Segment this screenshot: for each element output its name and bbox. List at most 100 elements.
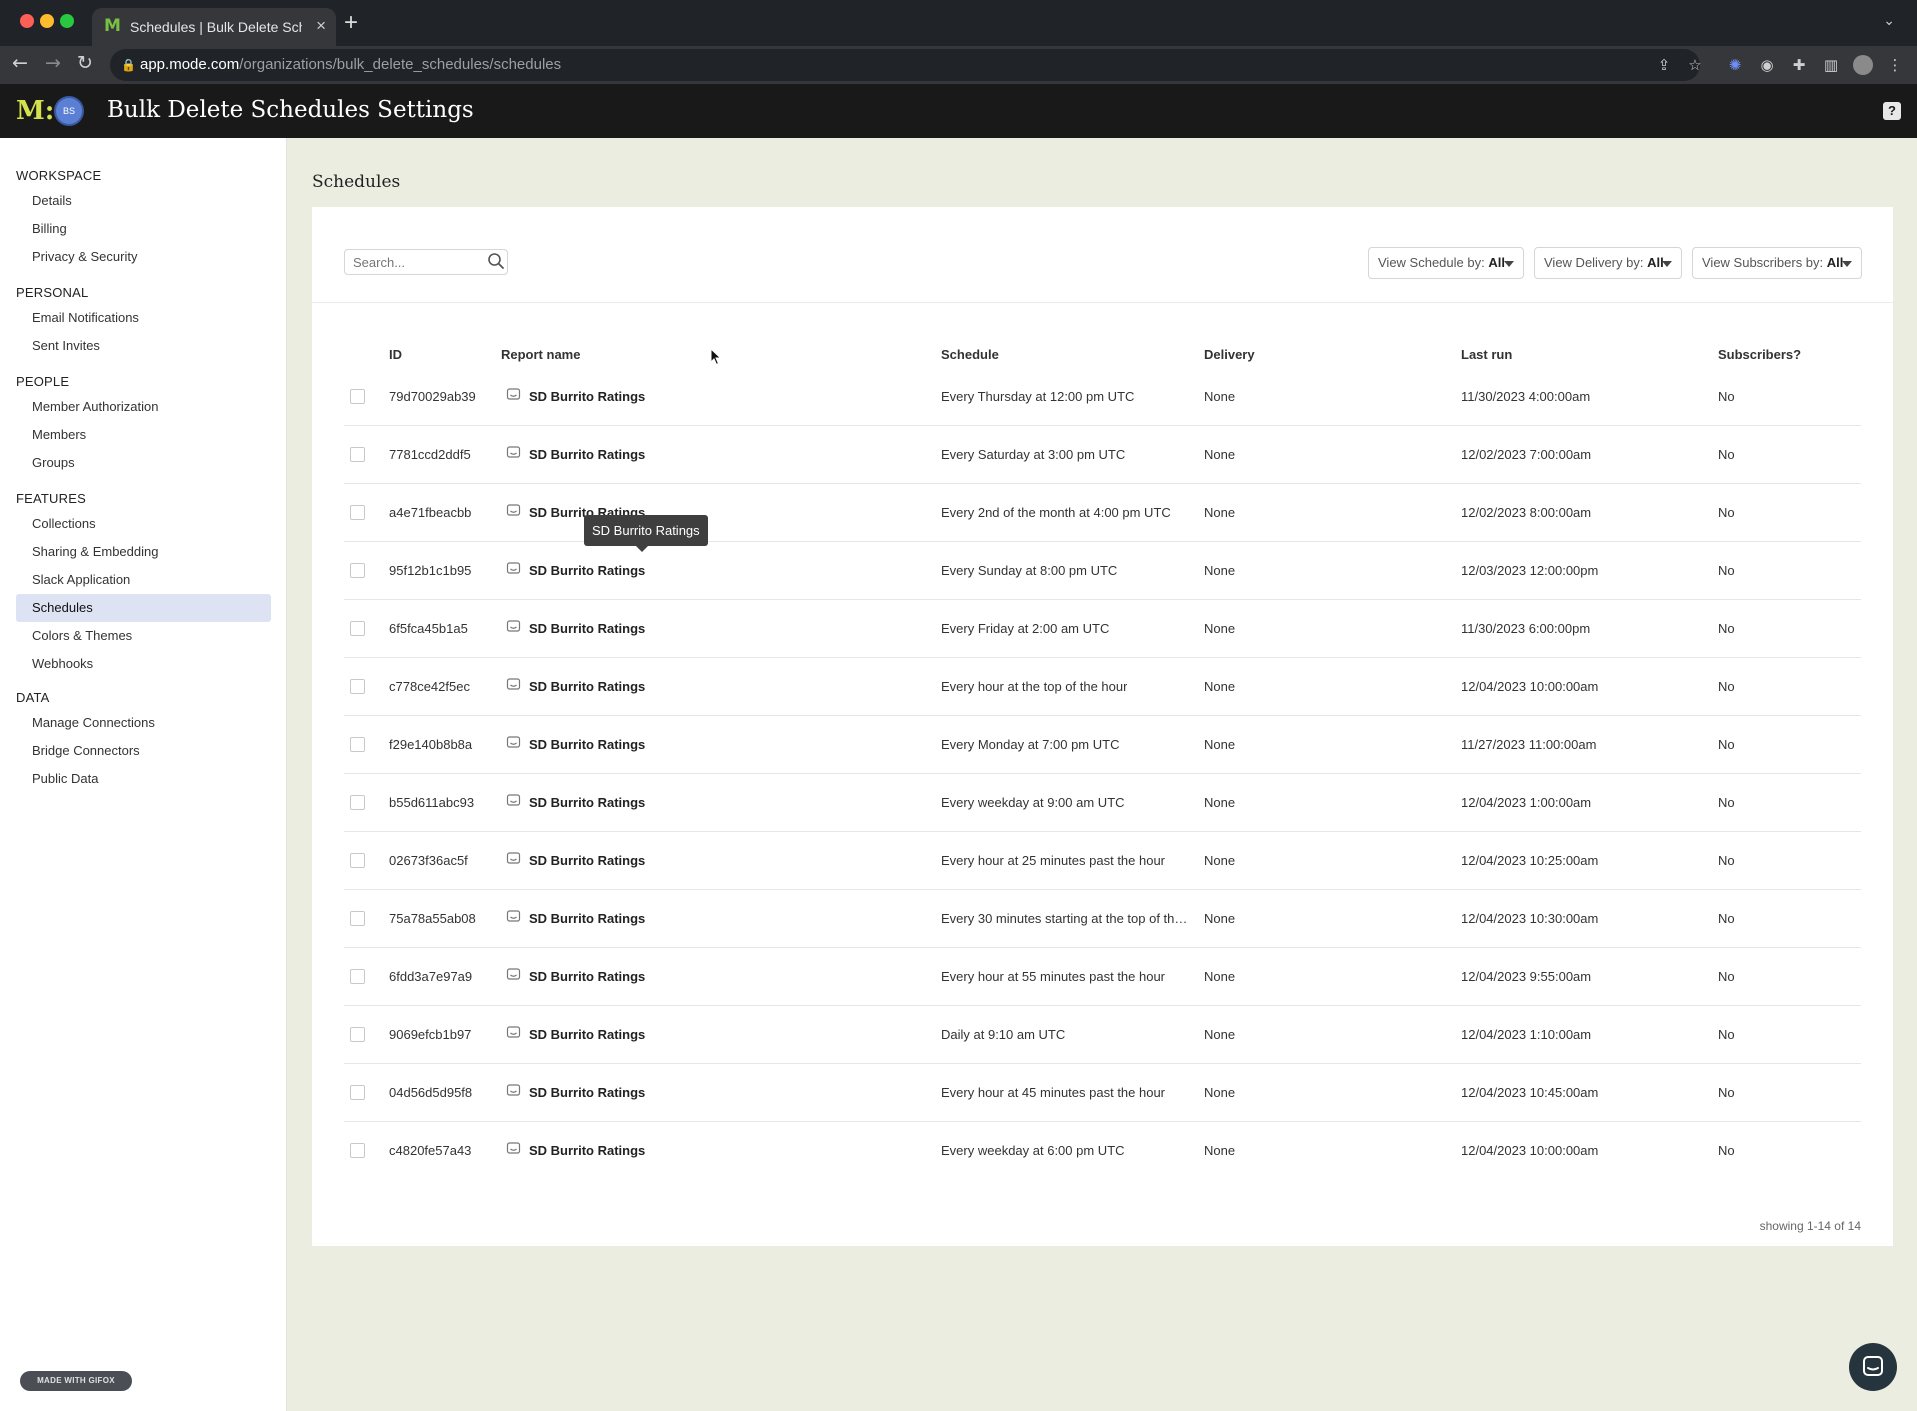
cell-report-name[interactable]: SD Burrito Ratings	[529, 679, 645, 694]
view-subscribers-filter[interactable]: View Subscribers by: All	[1692, 247, 1862, 279]
extension-circle-icon[interactable]: ◉	[1757, 55, 1777, 75]
new-tab-icon[interactable]: +	[344, 9, 358, 37]
table-row[interactable]: 02673f36ac5f SD Burrito Ratings Every hour…	[344, 832, 1861, 890]
cell-report-name[interactable]: SD Burrito Ratings	[529, 737, 645, 752]
cell-id: 75a78a55ab08	[389, 911, 476, 926]
profile-avatar-icon[interactable]	[1853, 55, 1873, 75]
sidebar-item-details[interactable]: Details	[16, 187, 271, 215]
row-select-checkbox[interactable]	[350, 911, 365, 926]
browser-tab[interactable]: M Schedules | Bulk Delete Schedules ×	[92, 8, 336, 46]
view-schedule-filter[interactable]: View Schedule by: All	[1368, 247, 1524, 279]
cell-id: a4e71fbeacbb	[389, 505, 472, 520]
row-select-checkbox[interactable]	[350, 737, 365, 752]
column-header-delivery[interactable]: Delivery	[1204, 347, 1255, 362]
sidebar-item-collections[interactable]: Collections	[16, 510, 271, 538]
row-select-checkbox[interactable]	[350, 795, 365, 810]
sidebar-item-privacy-security[interactable]: Privacy & Security	[16, 243, 271, 271]
report-icon	[506, 388, 521, 400]
table-row[interactable]: c778ce42f5ec SD Burrito Ratings Every hour…	[344, 658, 1861, 716]
cell-report-name[interactable]: SD Burrito Ratings	[529, 1143, 645, 1158]
column-header-last-run[interactable]: Last run	[1461, 347, 1512, 362]
browser-menu-icon[interactable]: ⋮	[1885, 55, 1905, 75]
row-select-checkbox[interactable]	[350, 1085, 365, 1100]
table-row[interactable]: 04d56d5d95f8 SD Burrito Ratings Every hour…	[344, 1064, 1861, 1122]
table-row[interactable]: a4e71fbeacbb SD Burrito Ratings Every 2nd …	[344, 484, 1861, 542]
cell-report-name[interactable]: SD Burrito Ratings	[529, 621, 645, 636]
sidebar-item-member-authorization[interactable]: Member Authorization	[16, 393, 271, 421]
cell-id: 02673f36ac5f	[389, 853, 468, 868]
table-row[interactable]: 7781ccd2ddf5 SD Burrito Ratings Every Satu…	[344, 426, 1861, 484]
sidebar-item-schedules[interactable]: Schedules	[16, 594, 271, 622]
row-select-checkbox[interactable]	[350, 1143, 365, 1158]
view-delivery-filter[interactable]: View Delivery by: All	[1534, 247, 1682, 279]
table-row[interactable]: 95f12b1c1b95 SD Burrito Ratings Every Sund…	[344, 542, 1861, 600]
minimize-window-button[interactable]	[40, 14, 54, 28]
tab-close-icon[interactable]: ×	[316, 16, 326, 36]
side-panel-icon[interactable]: ▥	[1821, 55, 1841, 75]
column-header-report-name[interactable]: Report name	[501, 347, 580, 362]
sidebar-item-webhooks[interactable]: Webhooks	[16, 650, 271, 678]
cell-report-name[interactable]: SD Burrito Ratings	[529, 969, 645, 984]
extensions-puzzle-icon[interactable]: ✚	[1789, 55, 1809, 75]
sidebar-item-manage-connections[interactable]: Manage Connections	[16, 709, 271, 737]
cell-report-name[interactable]: SD Burrito Ratings	[529, 1027, 645, 1042]
reload-icon[interactable]: ↻	[77, 52, 93, 74]
chat-support-button[interactable]	[1849, 1343, 1897, 1391]
row-select-checkbox[interactable]	[350, 389, 365, 404]
report-icon	[506, 446, 521, 458]
table-row[interactable]: 75a78a55ab08 SD Burrito Ratings Every 30 m…	[344, 890, 1861, 948]
sidebar-item-groups[interactable]: Groups	[16, 449, 271, 477]
address-bar[interactable]: 🔒 app.mode.com/organizations/bulk_delete…	[110, 49, 1700, 81]
share-icon[interactable]: ⇪	[1654, 55, 1674, 75]
sidebar-item-colors-themes[interactable]: Colors & Themes	[16, 622, 271, 650]
gifox-watermark: MADE WITH GIFOX	[20, 1371, 132, 1391]
help-icon[interactable]: ?	[1883, 102, 1901, 120]
forward-icon[interactable]: →	[45, 52, 61, 74]
cell-report-name[interactable]: SD Burrito Ratings	[529, 389, 645, 404]
cell-id: f29e140b8b8a	[389, 737, 473, 752]
cell-report-name[interactable]: SD Burrito Ratings	[529, 911, 645, 926]
search-icon[interactable]	[486, 251, 506, 271]
sidebar-item-bridge-connectors[interactable]: Bridge Connectors	[16, 737, 271, 765]
row-select-checkbox[interactable]	[350, 853, 365, 868]
cell-last-run: 12/04/2023 10:00:00am	[1461, 1143, 1599, 1158]
row-select-checkbox[interactable]	[350, 679, 365, 694]
table-row[interactable]: 9069efcb1b97 SD Burrito Ratings Daily at 9…	[344, 1006, 1861, 1064]
row-select-checkbox[interactable]	[350, 563, 365, 578]
column-header-subscribers[interactable]: Subscribers?	[1718, 347, 1801, 362]
row-select-checkbox[interactable]	[350, 447, 365, 462]
table-row[interactable]: 6f5fca45b1a5 SD Burrito Ratings Every Frid…	[344, 600, 1861, 658]
table-row[interactable]: 6fdd3a7e97a9 SD Burrito Ratings Every hour…	[344, 948, 1861, 1006]
bookmark-star-icon[interactable]: ☆	[1685, 55, 1705, 75]
table-row[interactable]: b55d611abc93 SD Burrito Ratings Every week…	[344, 774, 1861, 832]
sidebar-item-sent-invites[interactable]: Sent Invites	[16, 332, 271, 360]
search-input[interactable]	[344, 249, 508, 275]
sidebar-item-members[interactable]: Members	[16, 421, 271, 449]
cell-report-name[interactable]: SD Burrito Ratings	[529, 447, 645, 462]
table-row[interactable]: f29e140b8b8a SD Burrito Ratings Every Mond…	[344, 716, 1861, 774]
sidebar-item-slack-application[interactable]: Slack Application	[16, 566, 271, 594]
row-select-checkbox[interactable]	[350, 505, 365, 520]
avatar[interactable]: BS	[56, 98, 82, 124]
sidebar-item-billing[interactable]: Billing	[16, 215, 271, 243]
tab-search-icon[interactable]: ⌄	[1883, 12, 1895, 29]
back-icon[interactable]: ←	[12, 52, 28, 74]
column-header-id[interactable]: ID	[389, 347, 402, 362]
row-select-checkbox[interactable]	[350, 621, 365, 636]
maximize-window-button[interactable]	[60, 14, 74, 28]
extension-icon[interactable]: ✺	[1725, 55, 1745, 75]
cell-report-name[interactable]: SD Burrito Ratings	[529, 563, 645, 578]
cell-report-name[interactable]: SD Burrito Ratings	[529, 795, 645, 810]
column-header-schedule[interactable]: Schedule	[941, 347, 999, 362]
table-row[interactable]: 79d70029ab39 SD Burrito Ratings Every Thur…	[344, 368, 1861, 426]
mode-logo[interactable]: M:	[16, 96, 54, 126]
row-select-checkbox[interactable]	[350, 969, 365, 984]
table-row[interactable]: c4820fe57a43 SD Burrito Ratings Every week…	[344, 1122, 1861, 1180]
sidebar-item-email-notifications[interactable]: Email Notifications	[16, 304, 271, 332]
sidebar-item-sharing-embedding[interactable]: Sharing & Embedding	[16, 538, 271, 566]
cell-report-name[interactable]: SD Burrito Ratings	[529, 1085, 645, 1100]
close-window-button[interactable]	[20, 14, 34, 28]
sidebar-item-public-data[interactable]: Public Data	[16, 765, 271, 793]
row-select-checkbox[interactable]	[350, 1027, 365, 1042]
cell-report-name[interactable]: SD Burrito Ratings	[529, 853, 645, 868]
